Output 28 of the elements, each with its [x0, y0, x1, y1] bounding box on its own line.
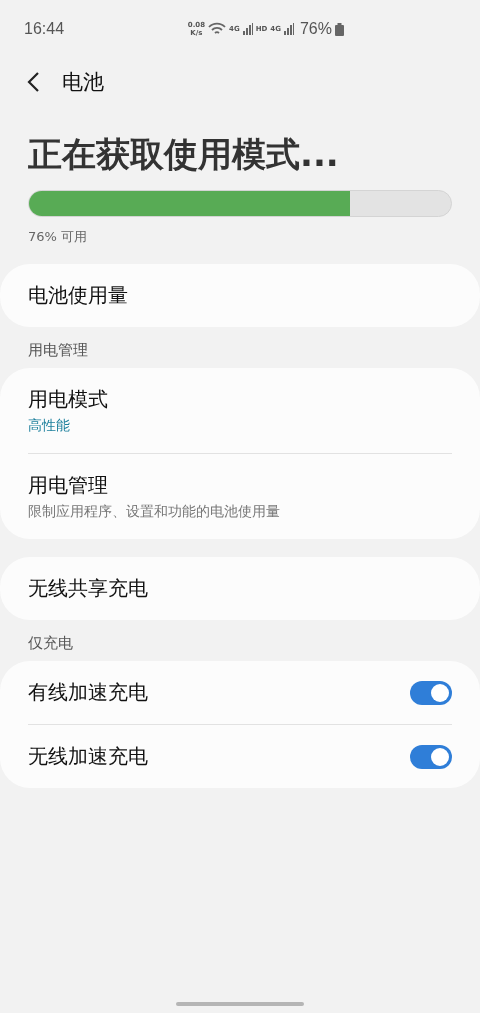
settings-item[interactable]: 电池使用量	[0, 264, 480, 327]
wifi-icon	[208, 22, 227, 36]
settings-item[interactable]: 无线共享充电	[0, 557, 480, 620]
item-description: 限制应用程序、设置和功能的电池使用量	[28, 503, 281, 521]
signal-icon	[242, 23, 253, 35]
page-title: 电池	[62, 69, 104, 96]
toggle-switch[interactable]	[410, 744, 452, 769]
item-title: 用电管理	[28, 472, 109, 499]
item-title: 无线共享充电	[28, 575, 149, 602]
settings-item[interactable]: 无线加速充电	[0, 725, 480, 788]
settings-item[interactable]: 有线加速充电	[0, 661, 480, 724]
section-header: 仅充电	[27, 633, 74, 654]
signal-icon	[283, 23, 294, 35]
settings-item[interactable]: 用电模式 高性能	[0, 368, 480, 453]
item-title: 无线加速充电	[28, 743, 149, 770]
battery-icon	[335, 22, 344, 36]
status-time: 16:44	[24, 20, 65, 38]
battery-caption: 76% 可用	[28, 228, 89, 246]
settings-item[interactable]: 用电管理 限制应用程序、设置和功能的电池使用量	[0, 454, 480, 539]
section-header: 用电管理	[27, 340, 89, 361]
battery-percent: 76%	[299, 20, 332, 38]
item-title: 电池使用量	[28, 282, 129, 309]
back-icon	[26, 71, 40, 93]
item-title: 有线加速充电	[28, 679, 149, 706]
usage-heading: 正在获取使用模式...	[28, 133, 340, 176]
item-title: 用电模式	[28, 386, 109, 413]
item-value: 高性能	[28, 417, 71, 435]
toggle-switch[interactable]	[410, 680, 452, 705]
